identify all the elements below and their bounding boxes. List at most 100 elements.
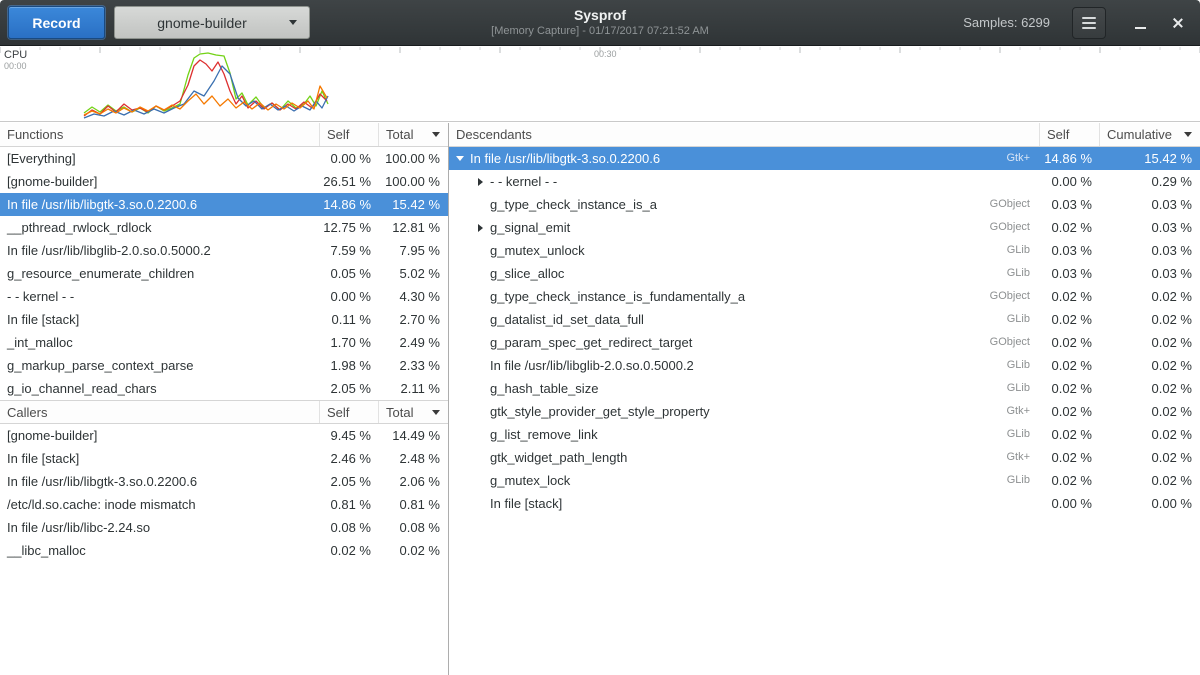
- total-percent: 2.06 %: [379, 470, 448, 493]
- descendant-label: g_mutex_unlock: [490, 239, 585, 262]
- descendant-row[interactable]: g_mutex_unlockGLib0.03 %0.03 %: [449, 239, 1200, 262]
- functions-row[interactable]: - - kernel - -0.00 %4.30 %: [0, 285, 448, 308]
- self-percent: 0.81 %: [320, 493, 379, 516]
- cumulative-percent: 0.02 %: [1100, 400, 1200, 423]
- functions-row[interactable]: g_markup_parse_context_parse1.98 %2.33 %: [0, 354, 448, 377]
- descendant-row[interactable]: g_slice_allocGLib0.03 %0.03 %: [449, 262, 1200, 285]
- descendant-row[interactable]: g_list_remove_linkGLib0.02 %0.02 %: [449, 423, 1200, 446]
- library-tag: Gtk+: [1006, 400, 1040, 423]
- library-tag: GObject: [990, 193, 1040, 216]
- self-percent: 12.75 %: [320, 216, 379, 239]
- callers-row[interactable]: In file /usr/lib/libgtk-3.so.0.2200.62.0…: [0, 470, 448, 493]
- descendant-row[interactable]: g_datalist_id_set_data_fullGLib0.02 %0.0…: [449, 308, 1200, 331]
- descendants-cumulative-column-header[interactable]: Cumulative: [1100, 123, 1200, 146]
- descendants-column-header[interactable]: Descendants: [449, 123, 1040, 146]
- callers-row-name: In file [stack]: [0, 447, 320, 470]
- descendant-row[interactable]: In file /usr/lib/libglib-2.0.so.0.5000.2…: [449, 354, 1200, 377]
- descendant-name: g_param_spec_get_redirect_targetGObject: [449, 331, 1040, 354]
- functions-row[interactable]: g_resource_enumerate_children0.05 %5.02 …: [0, 262, 448, 285]
- process-selector-dropdown[interactable]: gnome-builder: [114, 6, 310, 39]
- expander-icon[interactable]: [453, 156, 467, 161]
- callers-self-column-header[interactable]: Self: [320, 401, 379, 423]
- function-label: g_markup_parse_context_parse: [7, 354, 193, 377]
- functions-table: [Everything]0.00 %100.00 %[gnome-builder…: [0, 147, 448, 400]
- descendant-row[interactable]: In file /usr/lib/libgtk-3.so.0.2200.6 Gtk…: [449, 147, 1200, 170]
- descendant-name: g_type_check_instance_is_fundamentally_a…: [449, 285, 1040, 308]
- functions-row[interactable]: __pthread_rwlock_rdlock12.75 %12.81 %: [0, 216, 448, 239]
- total-percent: 2.70 %: [379, 308, 448, 331]
- record-button[interactable]: Record: [8, 6, 105, 39]
- descendant-row[interactable]: - - kernel - -0.00 %0.29 %: [449, 170, 1200, 193]
- library-tag: GObject: [990, 285, 1040, 308]
- callers-total-column-header[interactable]: Total: [379, 401, 448, 423]
- cumulative-percent: 0.03 %: [1100, 262, 1200, 285]
- total-percent: 0.08 %: [379, 516, 448, 539]
- self-percent: 0.02 %: [1040, 400, 1100, 423]
- functions-row[interactable]: In file /usr/lib/libgtk-3.so.0.2200.6 14.…: [0, 193, 448, 216]
- descendant-row[interactable]: g_signal_emitGObject0.02 %0.03 %: [449, 216, 1200, 239]
- self-percent: 0.02 %: [1040, 285, 1100, 308]
- functions-row[interactable]: _int_malloc1.70 %2.49 %: [0, 331, 448, 354]
- functions-row[interactable]: In file [stack]0.11 %2.70 %: [0, 308, 448, 331]
- function-label: __pthread_rwlock_rdlock: [7, 216, 152, 239]
- total-percent: 100.00 %: [379, 170, 448, 193]
- descendant-row[interactable]: In file [stack]0.00 %0.00 %: [449, 492, 1200, 515]
- functions-total-column-header[interactable]: Total: [379, 123, 448, 146]
- library-tag: GLib: [1007, 423, 1040, 446]
- cumulative-percent: 0.03 %: [1100, 239, 1200, 262]
- descendants-title: Descendants: [456, 127, 532, 142]
- callers-row[interactable]: In file [stack]2.46 %2.48 %: [0, 447, 448, 470]
- descendants-self-title: Self: [1047, 127, 1069, 142]
- descendant-name: g_slice_allocGLib: [449, 262, 1040, 285]
- descendant-row[interactable]: g_mutex_lockGLib0.02 %0.02 %: [449, 469, 1200, 492]
- minimize-button[interactable]: [1126, 9, 1154, 37]
- functions-row[interactable]: [Everything]0.00 %100.00 %: [0, 147, 448, 170]
- descendant-row[interactable]: g_type_check_instance_is_fundamentally_a…: [449, 285, 1200, 308]
- callers-row[interactable]: In file /usr/lib/libc-2.24.so0.08 %0.08 …: [0, 516, 448, 539]
- self-percent: 0.02 %: [1040, 446, 1100, 469]
- expander-icon[interactable]: [473, 178, 487, 186]
- self-percent: 0.00 %: [1040, 492, 1100, 515]
- self-percent: 2.05 %: [320, 377, 379, 400]
- functions-row[interactable]: [gnome-builder]26.51 %100.00 %: [0, 170, 448, 193]
- descendant-label: In file /usr/lib/libgtk-3.so.0.2200.6: [470, 147, 660, 170]
- functions-row[interactable]: g_io_channel_read_chars2.05 %2.11 %: [0, 377, 448, 400]
- descendant-row[interactable]: g_type_check_instance_is_aGObject0.03 %0…: [449, 193, 1200, 216]
- descendant-row[interactable]: gtk_widget_path_lengthGtk+0.02 %0.02 %: [449, 446, 1200, 469]
- descendant-row[interactable]: g_param_spec_get_redirect_targetGObject0…: [449, 331, 1200, 354]
- functions-column-header[interactable]: Functions: [0, 123, 320, 146]
- callers-row[interactable]: __libc_malloc0.02 %0.02 %: [0, 539, 448, 562]
- descendants-table-header: Descendants Self Cumulative: [449, 123, 1200, 147]
- descendant-row[interactable]: g_hash_table_sizeGLib0.02 %0.02 %: [449, 377, 1200, 400]
- descendant-label: g_hash_table_size: [490, 377, 598, 400]
- close-button[interactable]: [1164, 9, 1192, 37]
- total-percent: 15.42 %: [379, 193, 448, 216]
- close-icon: [1171, 16, 1185, 30]
- function-label: In file /usr/lib/libgtk-3.so.0.2200.6: [7, 193, 197, 216]
- library-tag: Gtk+: [1006, 147, 1040, 170]
- cumulative-percent: 0.02 %: [1100, 446, 1200, 469]
- total-percent: 14.49 %: [379, 424, 448, 447]
- callers-row-name: [gnome-builder]: [0, 424, 320, 447]
- expander-icon[interactable]: [473, 224, 487, 232]
- functions-row-name: - - kernel - -: [0, 285, 320, 308]
- functions-self-column-header[interactable]: Self: [320, 123, 379, 146]
- cumulative-percent: 0.29 %: [1100, 170, 1200, 193]
- functions-row[interactable]: In file /usr/lib/libglib-2.0.so.0.5000.2…: [0, 239, 448, 262]
- function-label: [Everything]: [7, 147, 76, 170]
- callers-column-header[interactable]: Callers: [0, 401, 320, 423]
- menu-button[interactable]: [1072, 7, 1106, 39]
- descendant-label: gtk_widget_path_length: [490, 446, 627, 469]
- descendants-self-column-header[interactable]: Self: [1040, 123, 1100, 146]
- cpu-label: CPU: [4, 49, 27, 61]
- self-percent: 14.86 %: [320, 193, 379, 216]
- callers-self-title: Self: [327, 405, 349, 420]
- function-label: _int_malloc: [7, 331, 73, 354]
- callers-row[interactable]: [gnome-builder]9.45 %14.49 %: [0, 424, 448, 447]
- function-label: [gnome-builder]: [7, 170, 97, 193]
- descendant-row[interactable]: gtk_style_provider_get_style_propertyGtk…: [449, 400, 1200, 423]
- triangle-glyph: [456, 156, 464, 161]
- callers-row[interactable]: /etc/ld.so.cache: inode mismatch0.81 %0.…: [0, 493, 448, 516]
- self-percent: 0.02 %: [320, 539, 379, 562]
- self-percent: 0.03 %: [1040, 239, 1100, 262]
